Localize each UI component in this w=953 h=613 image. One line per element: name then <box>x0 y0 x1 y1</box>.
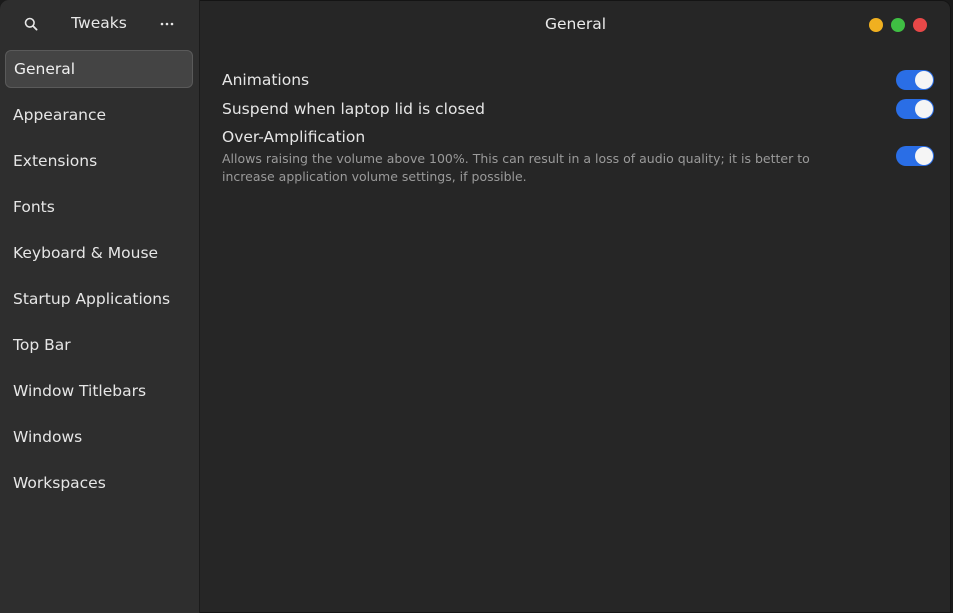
sidebar-item-window-titlebars[interactable]: Window Titlebars <box>0 370 199 416</box>
maximize-button[interactable] <box>891 18 905 32</box>
setting-label: Suspend when laptop lid is closed <box>222 100 485 118</box>
settings-content: Animations Suspend when laptop lid is cl… <box>222 60 934 188</box>
setting-label: Animations <box>222 71 310 89</box>
sidebar-item-top-bar[interactable]: Top Bar <box>0 324 199 370</box>
setting-row-over-amplification: Over-Amplification Allows raising the vo… <box>222 118 934 188</box>
main-header: General <box>200 0 951 48</box>
over-amplification-toggle[interactable] <box>896 146 934 166</box>
sidebar-header: Tweaks <box>0 0 199 48</box>
sidebar-nav: General Appearance Extensions Fonts Keyb… <box>0 48 199 508</box>
menu-button[interactable] <box>154 11 180 37</box>
sidebar-item-appearance[interactable]: Appearance <box>0 94 199 140</box>
sidebar-item-fonts[interactable]: Fonts <box>0 186 199 232</box>
sidebar-item-startup-applications[interactable]: Startup Applications <box>0 278 199 324</box>
search-icon <box>24 17 38 31</box>
toggle-knob <box>915 147 933 165</box>
page-title: General <box>544 15 607 33</box>
toggle-knob <box>915 71 933 89</box>
sidebar-title: Tweaks <box>71 14 127 32</box>
setting-row-suspend-lid: Suspend when laptop lid is closed <box>222 89 934 119</box>
animations-toggle[interactable] <box>896 70 934 90</box>
minimize-button[interactable] <box>869 18 883 32</box>
sidebar-item-keyboard-mouse[interactable]: Keyboard & Mouse <box>0 232 199 278</box>
suspend-lid-toggle[interactable] <box>896 99 934 119</box>
search-button[interactable] <box>18 11 44 37</box>
tweaks-window: Tweaks General Appearance Extensions Fon… <box>0 0 951 613</box>
more-horizontal-icon <box>160 22 174 26</box>
sidebar-item-general[interactable]: General <box>5 50 193 88</box>
close-button[interactable] <box>913 18 927 32</box>
sidebar-item-windows[interactable]: Windows <box>0 416 199 462</box>
sidebar: Tweaks General Appearance Extensions Fon… <box>0 0 200 613</box>
toggle-knob <box>915 100 933 118</box>
setting-description: Allows raising the volume above 100%. Th… <box>222 151 810 184</box>
setting-label: Over-Amplification <box>222 128 366 146</box>
sidebar-item-workspaces[interactable]: Workspaces <box>0 462 199 508</box>
sidebar-item-extensions[interactable]: Extensions <box>0 140 199 186</box>
setting-row-animations: Animations <box>222 60 934 90</box>
